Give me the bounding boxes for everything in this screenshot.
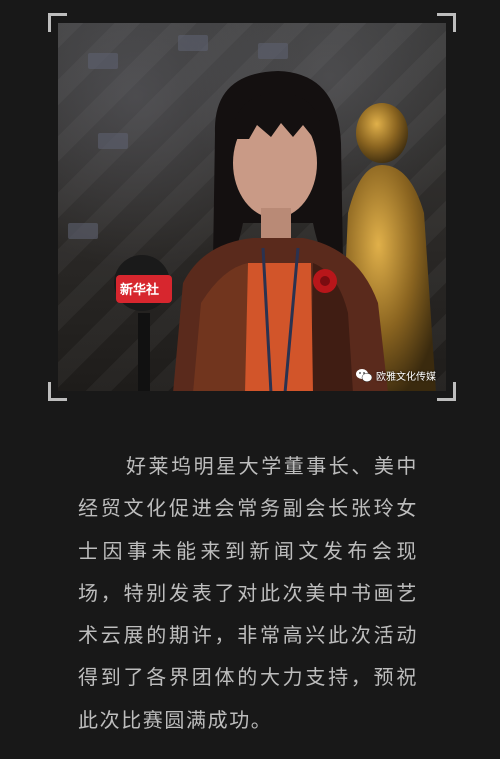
photo-frame: 新华社 欧雅文化传媒: [48, 13, 456, 401]
interview-photo[interactable]: 新华社 欧雅文化传媒: [58, 23, 446, 391]
backdrop-logo: [98, 133, 128, 149]
article-paragraph: 好莱坞明星大学董事长、美中经贸文化促进会常务副会长张玲女士因事未能来到新闻文发布…: [78, 454, 418, 732]
watermark-text: 欧雅文化传媒: [376, 372, 436, 383]
backdrop-logo: [68, 223, 98, 239]
backdrop-logo: [178, 35, 208, 51]
backdrop-logo: [88, 53, 118, 69]
mic-flag-label: 新华社: [120, 283, 160, 298]
interviewee-figure: [173, 71, 388, 391]
photo-watermark: 欧雅文化传媒: [356, 368, 436, 383]
backdrop-logo: [258, 43, 288, 59]
wechat-icon: [356, 369, 372, 382]
news-microphone: [114, 255, 172, 391]
